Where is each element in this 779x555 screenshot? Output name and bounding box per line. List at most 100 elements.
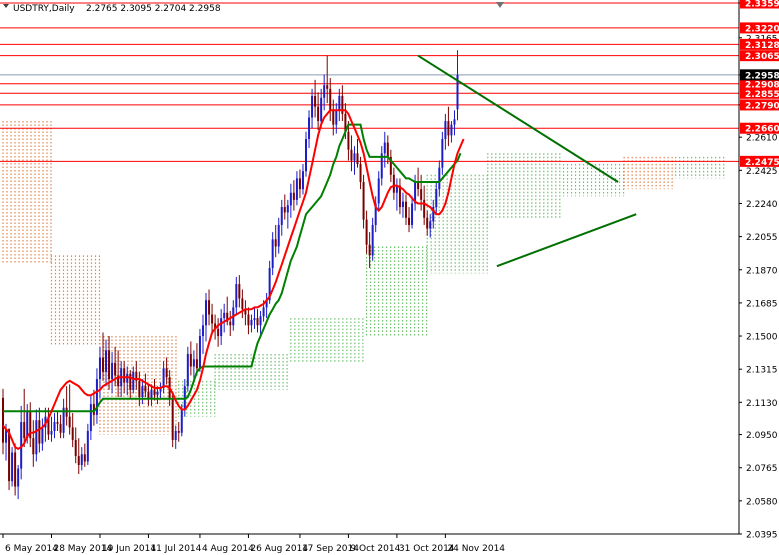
candle-body-23: [71, 427, 74, 440]
x-tick-label-3: 11 Jul 2014: [150, 544, 201, 554]
candle-body-3: [11, 452, 14, 482]
y-tick-label-16: 2.0395: [746, 531, 778, 541]
candle-body-93: [283, 207, 286, 213]
candle-body-149: [453, 119, 456, 125]
candle-body-36: [111, 362, 114, 380]
level-label-8: 2.2475: [745, 158, 779, 168]
candle-body-81: [247, 314, 250, 326]
candle-body-54: [165, 368, 168, 378]
candle-body-83: [253, 318, 256, 320]
candle-body-19: [59, 423, 62, 433]
y-tick-label-9: 2.1685: [746, 299, 778, 309]
candle-body-65: [198, 336, 201, 369]
candle-body-45: [138, 380, 141, 397]
candle-body-122: [371, 224, 374, 256]
candle-body-68: [208, 300, 211, 315]
candle-body-146: [444, 121, 447, 139]
candle-body-102: [311, 95, 314, 118]
candle-body-144: [438, 167, 441, 190]
candle-body-106: [323, 85, 326, 98]
level-label-7: 2.2660: [745, 125, 779, 135]
candle-body-4: [14, 452, 17, 487]
candle-body-104: [317, 106, 320, 122]
candle-body-114: [347, 131, 350, 150]
chart-background: [0, 0, 779, 555]
candle-body-85: [259, 316, 262, 326]
candle-body-110: [335, 110, 338, 125]
candle-body-96: [292, 192, 295, 200]
chart-root: 2.33592.31652.29582.27902.26102.24252.22…: [0, 0, 779, 555]
candle-body-29: [89, 404, 92, 431]
candle-body-18: [56, 422, 59, 424]
candle-body-62: [189, 353, 192, 367]
candle-body-24: [74, 439, 77, 457]
y-tick-label-5: 2.2425: [746, 167, 778, 177]
candle-body-143: [435, 189, 438, 208]
candle-body-75: [229, 321, 232, 326]
candle-body-26: [80, 454, 83, 466]
candle-body-138: [420, 189, 423, 200]
candle-body-5: [17, 468, 20, 487]
candle-body-105: [320, 97, 323, 122]
candle-body-132: [401, 201, 404, 208]
candle-body-72: [220, 318, 223, 337]
candle-body-116: [353, 153, 356, 161]
candle-body-37: [114, 362, 117, 376]
y-tick-label-4: 2.2610: [746, 134, 778, 144]
candle-body-71: [217, 328, 220, 337]
candle-body-107: [326, 85, 329, 89]
candle-body-64: [195, 359, 198, 369]
candle-body-148: [450, 124, 453, 136]
candle-body-103: [314, 95, 317, 107]
candle-body-32: [98, 357, 101, 380]
y-tick-label-8: 2.1870: [746, 266, 778, 276]
chart-header: USDTRY,Daily 2.2765 2.3095 2.2704 2.2958: [3, 4, 221, 14]
candle-body-141: [429, 221, 432, 229]
candle-body-13: [41, 427, 44, 444]
candle-body-82: [250, 319, 253, 326]
candle-body-147: [447, 121, 450, 136]
candle-body-27: [83, 454, 86, 462]
candle-body-90: [274, 239, 277, 247]
candle-body-59: [180, 409, 183, 433]
level-label-3: 2.3065: [745, 52, 779, 62]
candle-body-140: [426, 217, 429, 229]
candle-body-78: [238, 284, 241, 299]
candle-body-99: [301, 171, 304, 190]
y-tick-label-6: 2.2240: [746, 200, 778, 210]
level-label-2: 2.3128: [745, 41, 779, 51]
ohlc-label: 2.2765 2.3095 2.2704 2.2958: [86, 4, 221, 14]
candle-body-10: [32, 438, 35, 455]
x-tick-label-0: 6 May 2014: [5, 544, 58, 554]
candle-body-47: [144, 386, 147, 392]
candle-body-42: [129, 373, 132, 390]
candle-body-89: [271, 239, 274, 268]
x-tick-label-2: 19 Jun 2014: [102, 544, 156, 554]
candle-body-117: [356, 153, 359, 165]
candle-body-127: [386, 142, 389, 157]
candle-body-50: [153, 389, 156, 396]
candle-body-111: [338, 95, 341, 111]
candle-body-61: [186, 353, 189, 387]
y-tick-label-13: 2.0950: [746, 431, 778, 441]
candle-body-134: [408, 217, 411, 225]
level-label-6: 2.2790: [745, 101, 779, 111]
candle-body-33: [101, 357, 104, 372]
candle-body-2: [8, 429, 11, 482]
candle-body-121: [368, 244, 371, 256]
candle-body-135: [411, 203, 414, 225]
candle-body-77: [235, 284, 238, 308]
candle-body-35: [108, 350, 111, 380]
candle-body-28: [86, 430, 89, 462]
candle-body-69: [211, 314, 214, 324]
candle-body-120: [365, 219, 368, 245]
candle-body-46: [141, 386, 144, 397]
candle-body-16: [50, 430, 53, 435]
candle-body-0: [2, 397, 4, 443]
candle-body-53: [162, 368, 165, 388]
candle-body-58: [177, 430, 180, 433]
price-chart[interactable]: 2.33592.31652.29582.27902.26102.24252.22…: [0, 0, 779, 555]
candle-body-115: [350, 149, 353, 161]
level-label-5: 2.2855: [745, 90, 779, 100]
candle-body-17: [53, 422, 56, 431]
